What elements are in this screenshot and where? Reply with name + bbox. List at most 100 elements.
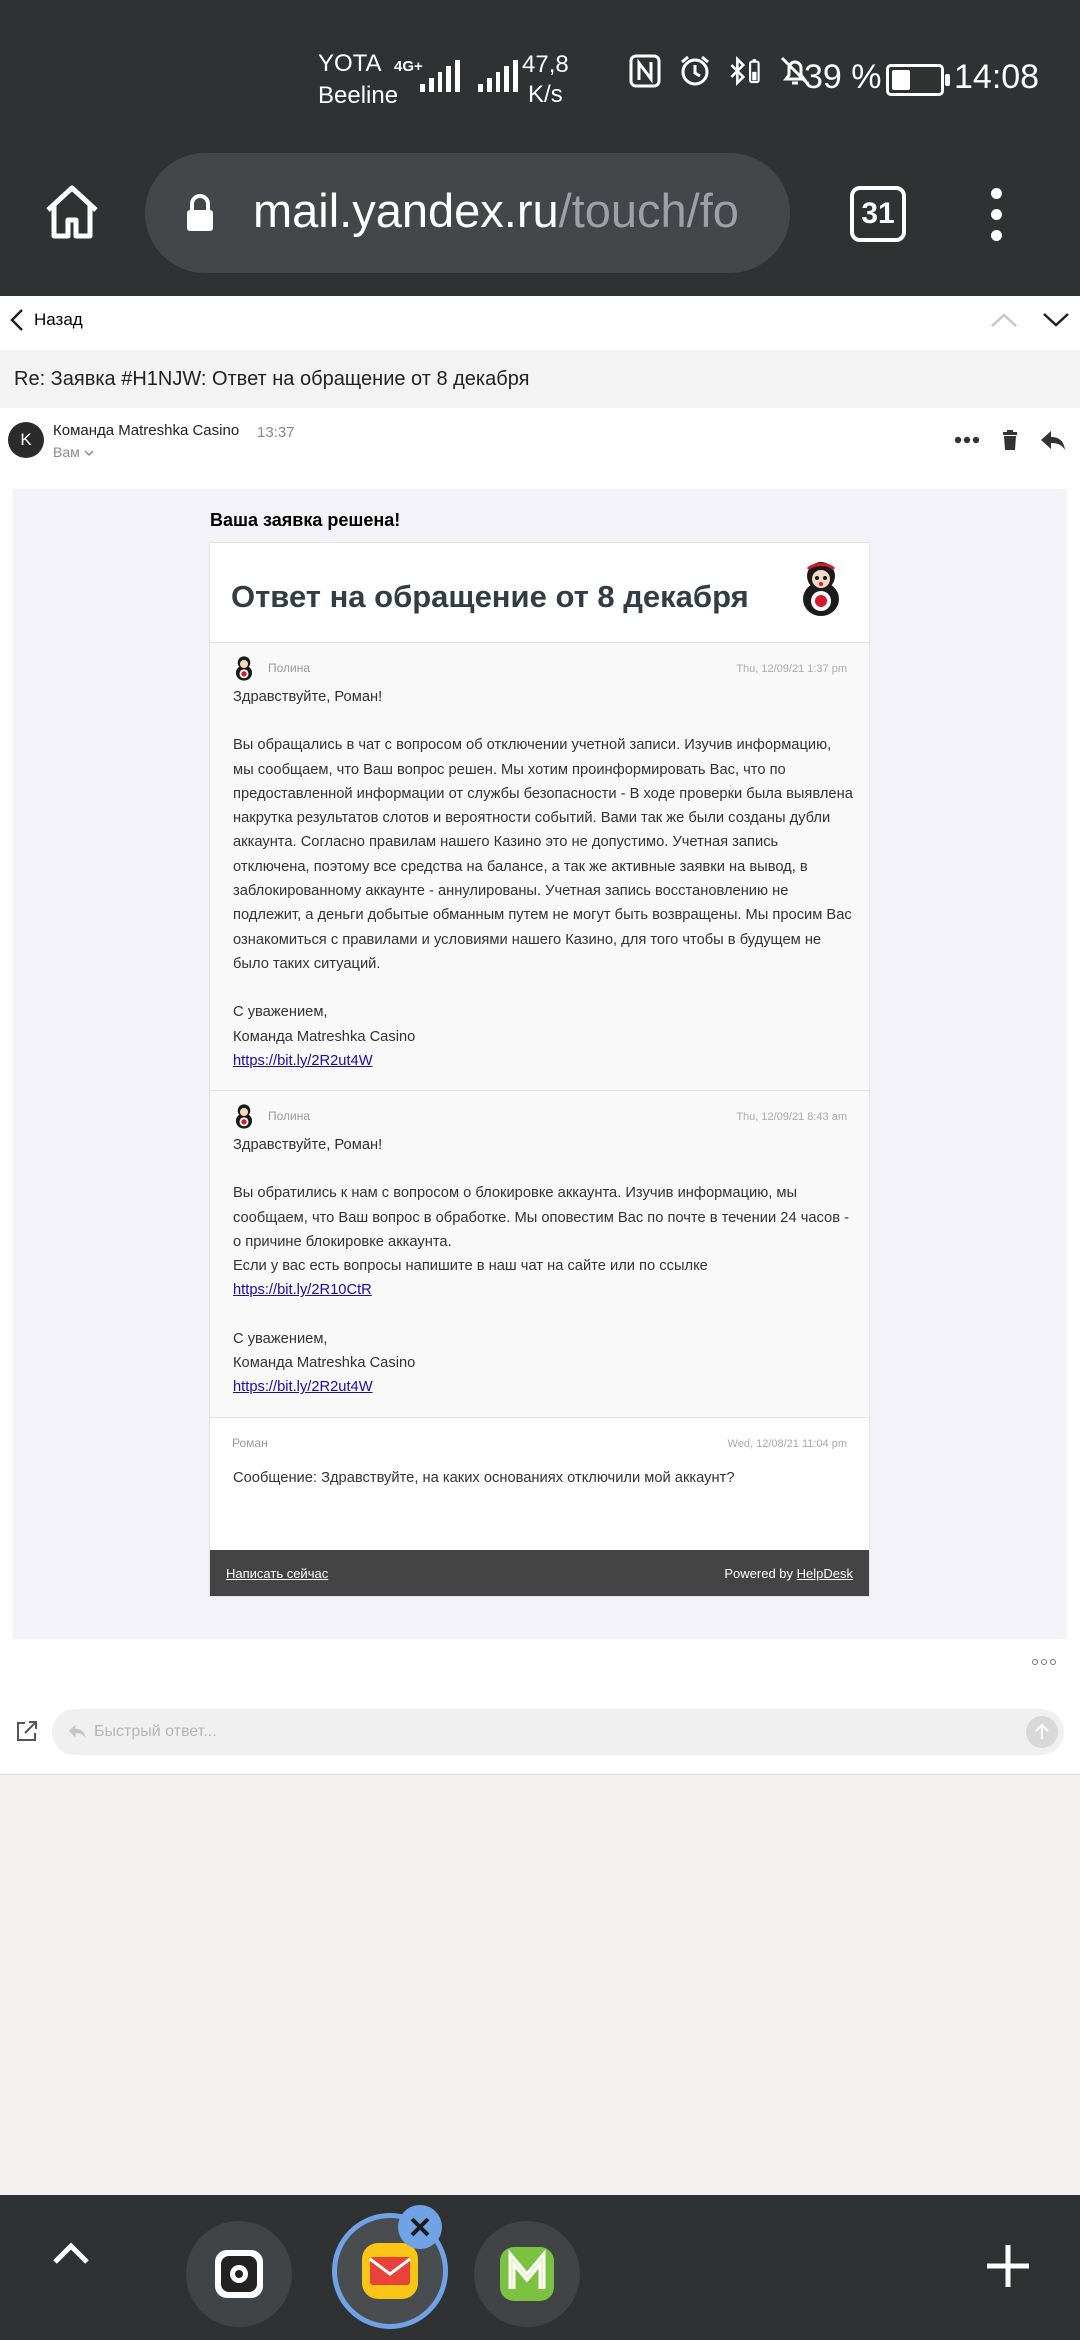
ticket-card: Ответ на обращение от 8 декабря Полина T… [209, 542, 870, 1597]
speed-value: 47,8 [522, 51, 569, 78]
browser-menu-button[interactable] [988, 188, 1004, 248]
home-button[interactable] [40, 180, 104, 244]
open-external-icon[interactable] [16, 1720, 38, 1742]
author-avatar-icon [235, 1104, 253, 1129]
more-actions-icon[interactable] [954, 436, 980, 444]
carrier-labels: YOTA Beeline [318, 48, 398, 112]
message-regards: С уважением, [233, 1330, 328, 1347]
ticket-message: Полина Thu, 12/09/21 8:43 am Здравствуйт… [210, 1091, 869, 1418]
message-signature: Команда Matreshka Casino [233, 1028, 416, 1045]
url-path: /touch/fo [558, 184, 739, 237]
message-text: Здравствуйте, Роман! Вы обратились к нам… [233, 1133, 853, 1400]
nfc-icon [628, 54, 662, 88]
lock-icon [187, 194, 213, 231]
signature-link[interactable]: https://bit.ly/2R2ut4W [233, 1379, 373, 1395]
browser-toolbar: mail.yandex.ru/touch/fo 31 [0, 150, 1080, 296]
sender-name[interactable]: Команда Matreshka Casino [53, 422, 239, 439]
card-title: Ответ на обращение от 8 декабря [231, 579, 749, 614]
nav-bar: Назад [0, 296, 1080, 351]
signal-icon-1 [420, 56, 460, 92]
quick-reply-field[interactable]: Быстрый ответ... [52, 1709, 1064, 1755]
market-icon [500, 2247, 554, 2301]
back-label: Назад [34, 310, 83, 329]
carrier-2: Beeline [318, 82, 399, 109]
status-icons [628, 54, 812, 88]
sender-avatar[interactable]: K [8, 422, 44, 458]
helpdesk-link[interactable]: HelpDesk [797, 1566, 853, 1581]
sender-row: K Команда Matreshka Casino 13:37 Вам [0, 408, 1080, 484]
bottom-app-bar [0, 2195, 1080, 2340]
add-icon[interactable] [985, 2243, 1031, 2289]
speed-unit: K/s [528, 81, 563, 108]
ticket-message: Роман Wed, 12/08/21 11:04 pm Сообщение: … [210, 1418, 869, 1548]
reply-arrow-icon [68, 1724, 86, 1738]
tab-switcher-button[interactable]: 31 [850, 186, 906, 242]
message-author: Полина [268, 661, 311, 675]
url-host: mail.yandex.ru [253, 184, 559, 237]
card-footer: Написать сейчас Powered by HelpDesk [210, 1550, 869, 1596]
powered-by: Powered by HelpDesk [724, 1566, 853, 1581]
message-date: Wed, 12/08/21 11:04 pm [727, 1438, 847, 1450]
recipient-label: Вам [53, 444, 80, 460]
close-app-button[interactable] [398, 2205, 442, 2249]
divider [0, 1774, 1080, 1775]
next-message-icon[interactable] [1042, 312, 1070, 328]
quick-reply-placeholder: Быстрый ответ... [94, 1723, 217, 1740]
network-speed: 47,8 K/s [522, 50, 569, 110]
arrow-up-icon [1035, 1724, 1049, 1739]
author-avatar-icon [235, 656, 253, 681]
email-time: 13:37 [257, 424, 295, 441]
write-now-link[interactable]: Написать сейчас [226, 1566, 328, 1581]
matryoshka-logo-icon [803, 562, 839, 616]
market-app-button[interactable] [474, 2221, 580, 2327]
status-bar: YOTA Beeline 4G+ 47,8 K/s 39 % 14:08 [0, 0, 1080, 150]
back-button[interactable]: Назад [10, 308, 83, 332]
home-icon [46, 185, 98, 239]
battery-icon [886, 64, 950, 96]
previous-message-icon[interactable] [990, 312, 1018, 328]
message-signature: Команда Matreshka Casino [233, 1355, 416, 1372]
network-type: 4G+ [394, 58, 423, 75]
powered-by-label: Powered by [724, 1566, 794, 1581]
message-body: Вы обратились к нам с вопросом о блокиро… [233, 1185, 849, 1250]
expand-up-icon[interactable] [52, 2241, 90, 2265]
signal-icon-2 [478, 56, 518, 92]
signature-link[interactable]: https://bit.ly/2R2ut4W [233, 1053, 373, 1069]
message-body: Вы обращались в чат с вопросом об отключ… [233, 737, 853, 972]
camera-app-button[interactable] [186, 2221, 292, 2327]
message-regards: С уважением, [233, 1004, 328, 1021]
clock: 14:08 [954, 58, 1040, 96]
message-text: Здравствуйте, Роман! Вы обращались в чат… [233, 685, 853, 1073]
message-date: Thu, 12/09/21 8:43 am [736, 1111, 847, 1123]
mail-icon [362, 2243, 418, 2299]
alarm-icon [678, 54, 712, 88]
show-quoted-icon[interactable] [1032, 1659, 1056, 1665]
camera-icon [215, 2250, 263, 2298]
ticket-message: Полина Thu, 12/09/21 1:37 pm Здравствуйт… [210, 643, 869, 1091]
send-button[interactable] [1026, 1716, 1058, 1748]
message-body: Сообщение: Здравствуйте, на каких основа… [233, 1470, 735, 1486]
url-text: mail.yandex.ru/touch/fo [253, 183, 739, 238]
close-icon [410, 2217, 430, 2237]
delete-icon[interactable] [1002, 430, 1018, 450]
message-author: Роман [232, 1436, 268, 1450]
message-author: Полина [268, 1109, 311, 1123]
bluetooth-battery-icon [728, 54, 762, 88]
chevron-down-icon [84, 450, 94, 457]
ticket-status-banner: Ваша заявка решена! [210, 510, 401, 530]
email-actions [954, 430, 1066, 450]
message-date: Thu, 12/09/21 1:37 pm [736, 663, 847, 675]
reply-icon[interactable] [1040, 430, 1066, 450]
chevron-left-icon [10, 309, 23, 331]
message-text: Сообщение: Здравствуйте, на каких основа… [233, 1466, 853, 1490]
battery-percent: 39 % [804, 58, 882, 96]
email-subject: Re: Заявка #H1NJW: Ответ на обращение от… [0, 350, 1080, 408]
address-bar[interactable]: mail.yandex.ru/touch/fo [145, 153, 790, 273]
message-greeting: Здравствуйте, Роман! [233, 689, 383, 705]
battery-fill [892, 70, 910, 90]
mail-page: Назад Re: Заявка #H1NJW: Ответ на обраще… [0, 296, 1080, 1775]
recipient-toggle[interactable]: Вам [53, 444, 94, 460]
chat-link[interactable]: https://bit.ly/2R10CtR [233, 1282, 372, 1298]
message-body-2: Если у вас есть вопросы напишите в наш ч… [233, 1258, 708, 1275]
carrier-1: YOTA [318, 50, 382, 77]
